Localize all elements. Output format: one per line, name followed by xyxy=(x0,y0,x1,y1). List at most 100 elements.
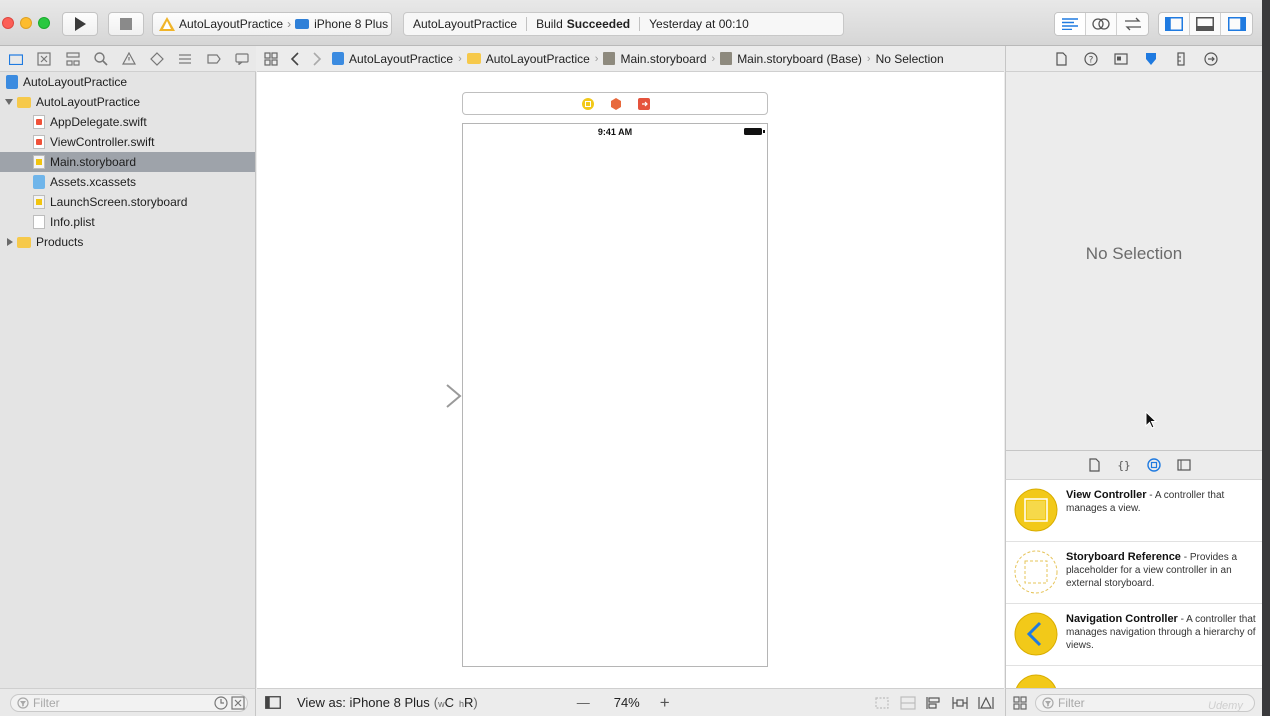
close-window-button[interactable] xyxy=(2,17,14,29)
tree-item-file[interactable]: Info.plist xyxy=(0,212,255,232)
resolve-issues-icon[interactable] xyxy=(978,696,994,710)
breadcrumb-selection[interactable]: No Selection xyxy=(876,52,944,66)
swap-arrows-icon xyxy=(1124,17,1141,31)
controller-icon xyxy=(1016,674,1056,688)
quick-help-tab[interactable]: ? xyxy=(1076,51,1106,66)
forward-arrow-icon[interactable] xyxy=(312,51,322,66)
embed-in-stack-icon[interactable] xyxy=(900,695,916,710)
scene-dock[interactable] xyxy=(462,92,768,115)
breadcrumb-localization[interactable]: Main.storyboard (Base) › xyxy=(720,52,875,66)
debug-navigator-tab[interactable] xyxy=(171,49,199,69)
zoom-level[interactable]: 74% xyxy=(614,695,640,710)
library-item-navigation-controller[interactable]: Navigation Controller - A controller tha… xyxy=(1006,604,1262,666)
add-constraints-icon[interactable] xyxy=(952,696,968,710)
navigation-controller-icon xyxy=(1014,612,1058,656)
disclosure-triangle-icon[interactable] xyxy=(7,238,13,246)
object-library-list: View Controller - A controller that mana… xyxy=(1005,480,1262,688)
scheme-selector[interactable]: AutoLayoutPractice › iPhone 8 Plus xyxy=(152,12,392,36)
code-snippet-library-tab[interactable]: {} xyxy=(1109,458,1139,472)
version-editor-button[interactable] xyxy=(1117,13,1148,35)
toggle-navigator-button[interactable] xyxy=(1159,13,1190,35)
find-navigator-tab[interactable] xyxy=(87,49,115,69)
device-icon xyxy=(295,19,310,29)
report-navigator-tab[interactable] xyxy=(228,49,256,69)
library-item-partial[interactable] xyxy=(1006,666,1262,688)
library-item-storyboard-reference[interactable]: Storyboard Reference - Provides a placeh… xyxy=(1006,542,1262,604)
watermark-text: Udemy xyxy=(1208,700,1243,712)
tree-item-file[interactable]: ViewController.swift xyxy=(0,132,255,152)
object-library-icon xyxy=(1147,458,1161,472)
toggle-utilities-button[interactable] xyxy=(1221,13,1252,35)
zoom-in-button[interactable]: + xyxy=(660,693,670,713)
symbol-navigator-tab[interactable] xyxy=(58,49,86,69)
zoom-window-button[interactable] xyxy=(38,17,50,29)
view-as-device-button[interactable]: View as: iPhone 8 Plus ( w C h R ) xyxy=(297,695,478,710)
toggle-debug-area-button[interactable] xyxy=(1190,13,1221,35)
tree-item-file[interactable]: AppDelegate.swift xyxy=(0,112,255,132)
zoom-out-button[interactable]: — xyxy=(577,695,590,710)
view-controller-scene[interactable]: 9:41 AM xyxy=(462,123,768,667)
identity-inspector-tab[interactable] xyxy=(1106,52,1136,65)
disclosure-triangle-icon[interactable] xyxy=(5,99,13,105)
issue-navigator-tab[interactable] xyxy=(115,49,143,69)
library-item-view-controller[interactable]: View Controller - A controller that mana… xyxy=(1006,480,1262,542)
exit-icon[interactable] xyxy=(638,98,650,110)
message-icon xyxy=(235,52,249,65)
breadcrumb-label: AutoLayoutPractice xyxy=(349,51,454,66)
recent-files-icon[interactable] xyxy=(214,696,228,710)
breadcrumb-file[interactable]: Main.storyboard › xyxy=(603,52,720,66)
library-item-text: Navigation Controller - A controller tha… xyxy=(1066,613,1256,652)
storyboard-file-icon xyxy=(720,52,733,65)
tree-item-file[interactable]: LaunchScreen.storyboard xyxy=(0,192,255,212)
navigator-filter-input[interactable]: Filter xyxy=(10,694,248,712)
align-constraints-icon[interactable] xyxy=(926,696,942,710)
file-inspector-tab[interactable] xyxy=(1046,51,1076,66)
update-frames-icon[interactable] xyxy=(874,696,890,710)
connections-inspector-tab[interactable] xyxy=(1196,51,1226,66)
breakpoint-navigator-tab[interactable] xyxy=(200,49,228,69)
file-template-library-tab[interactable] xyxy=(1079,458,1109,472)
run-button[interactable] xyxy=(62,12,98,36)
entry-point-arrow-icon[interactable] xyxy=(387,384,462,408)
interlocking-rings-icon xyxy=(1092,18,1110,30)
chevron-right-icon: › xyxy=(594,52,599,65)
attributes-inspector-tab[interactable] xyxy=(1136,52,1166,66)
object-library-tab[interactable] xyxy=(1139,458,1169,472)
view-controller-icon[interactable] xyxy=(582,98,594,110)
project-navigator-tab[interactable] xyxy=(2,49,30,69)
tree-item-file-selected[interactable]: Main.storyboard xyxy=(0,152,255,172)
tree-item-group[interactable]: AutoLayoutPractice xyxy=(0,92,255,112)
first-responder-icon[interactable] xyxy=(610,98,622,110)
filter-placeholder: Filter xyxy=(1058,696,1085,710)
media-library-tab[interactable] xyxy=(1169,459,1199,471)
related-items-icon[interactable] xyxy=(264,51,278,66)
assistant-editor-button[interactable] xyxy=(1086,13,1117,35)
scm-status-icon[interactable] xyxy=(231,696,245,710)
standard-editor-button[interactable] xyxy=(1055,13,1086,35)
test-navigator-tab[interactable] xyxy=(143,49,171,69)
breadcrumb-label: No Selection xyxy=(875,51,944,66)
diamond-icon xyxy=(150,51,165,66)
tree-item-group[interactable]: Products xyxy=(0,232,255,252)
back-arrow-icon[interactable] xyxy=(290,51,300,66)
source-control-navigator-tab[interactable] xyxy=(30,49,58,69)
document-outline-toggle-icon[interactable] xyxy=(265,696,281,709)
build-label: Build xyxy=(536,17,563,31)
breadcrumb-project[interactable]: AutoLayoutPractice › xyxy=(332,52,467,66)
braces-icon: {} xyxy=(1117,459,1130,472)
tree-item-project[interactable]: AutoLayoutPractice xyxy=(0,72,255,92)
tree-item-file[interactable]: Assets.xcassets xyxy=(0,172,255,192)
toolbar: AutoLayoutPractice › iPhone 8 Plus AutoL… xyxy=(0,0,1262,46)
mouse-pointer-icon xyxy=(1145,411,1157,429)
connections-arrow-icon xyxy=(1204,51,1218,66)
grid-view-icon[interactable] xyxy=(1013,696,1027,710)
size-inspector-tab[interactable] xyxy=(1166,51,1196,66)
activity-divider xyxy=(639,17,641,31)
minimize-window-button[interactable] xyxy=(20,17,32,29)
tree-item-label: Assets.xcassets xyxy=(50,175,137,189)
breadcrumb-group[interactable]: AutoLayoutPractice › xyxy=(466,52,604,66)
stop-button[interactable] xyxy=(108,12,144,36)
view-as-label: View as: iPhone 8 Plus xyxy=(297,695,430,710)
folder-icon xyxy=(466,53,481,64)
storyboard-canvas[interactable]: 9:41 AM xyxy=(257,72,1004,688)
